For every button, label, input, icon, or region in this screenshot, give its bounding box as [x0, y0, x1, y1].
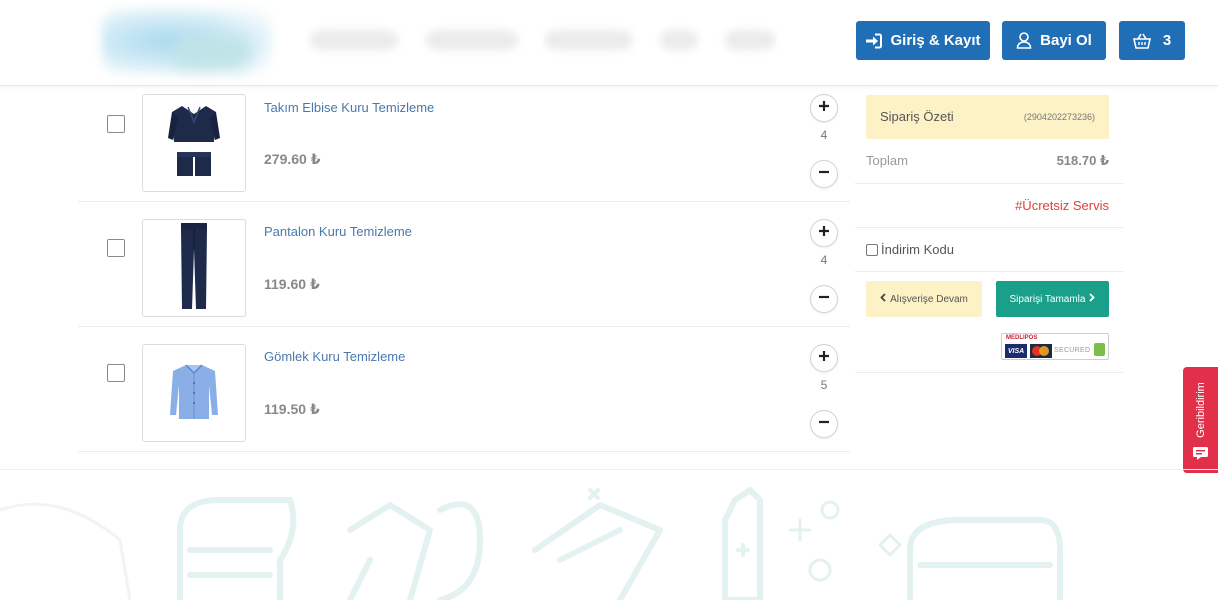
suit-icon [168, 104, 220, 183]
select-item-checkbox[interactable] [107, 115, 125, 133]
product-name[interactable]: Pantalon Kuru Temizleme [264, 224, 412, 239]
divider [855, 183, 1123, 184]
discount-code-toggle[interactable]: İndirim Kodu [866, 242, 954, 257]
plus-icon [818, 349, 830, 367]
minus-icon [818, 290, 830, 308]
become-dealer-label: Bayi Ol [1040, 32, 1092, 49]
cart-item-trousers: Pantalon Kuru Temizleme 119.60 ₺ 4 [78, 202, 850, 327]
continue-shopping-label: Alışverişe Devam [890, 293, 968, 305]
cart-item-suit: Takım Elbise Kuru Temizleme 279.60 ₺ 4 [78, 86, 850, 202]
laundry-pattern-background [0, 470, 1218, 600]
plus-icon [818, 224, 830, 242]
feedback-tab[interactable]: Geribildirim [1183, 367, 1218, 473]
quantity-value: 5 [820, 378, 828, 392]
secure-payment-badge: MEDLIPOS VISA SECURED [1001, 333, 1109, 360]
become-dealer-button[interactable]: Bayi Ol [1002, 21, 1106, 60]
order-summary-header: Sipariş Özeti (2904202273236) [866, 95, 1109, 139]
product-thumbnail[interactable] [142, 344, 246, 442]
divider [855, 227, 1123, 228]
nav-item-1[interactable] [310, 30, 398, 50]
decrease-quantity-button[interactable] [810, 285, 838, 313]
user-icon [1016, 32, 1032, 49]
complete-order-button[interactable]: Siparişi Tamamla [996, 281, 1109, 317]
increase-quantity-button[interactable] [810, 219, 838, 247]
product-thumbnail[interactable] [142, 219, 246, 317]
lock-icon [1094, 343, 1105, 356]
site-header: Giriş & Kayıt Bayi Ol 3 [0, 0, 1218, 86]
order-summary-title: Sipariş Özeti [880, 109, 954, 124]
visa-logo: VISA [1005, 344, 1027, 358]
cart-button[interactable]: 3 [1119, 21, 1185, 60]
mastercard-logo [1030, 344, 1052, 358]
discount-code-label: İndirim Kodu [881, 242, 954, 257]
cart-item-shirt: Gömlek Kuru Temizleme 119.50 ₺ 5 [78, 327, 850, 452]
cart-count: 3 [1162, 32, 1172, 49]
shirt-icon [169, 363, 219, 424]
site-logo[interactable] [102, 8, 272, 74]
free-service-label: #Ücretsiz Servis [1015, 198, 1109, 213]
basket-icon [1132, 33, 1151, 49]
product-name[interactable]: Takım Elbise Kuru Temizleme [264, 100, 434, 115]
increase-quantity-button[interactable] [810, 344, 838, 372]
nav-item-4[interactable] [660, 30, 698, 50]
nav-item-3[interactable] [545, 30, 633, 50]
increase-quantity-button[interactable] [810, 94, 838, 122]
total-value: 518.70 ₺ [1056, 153, 1109, 168]
decrease-quantity-button[interactable] [810, 160, 838, 188]
login-register-label: Giriş & Kayıt [890, 32, 981, 49]
plus-icon [818, 99, 830, 117]
divider [855, 271, 1123, 272]
sign-in-icon [865, 33, 883, 49]
order-code: (2904202273236) [1023, 112, 1095, 122]
quantity-value: 4 [820, 128, 828, 142]
secured-label: SECURED [1054, 347, 1091, 354]
payment-brand-label: MEDLIPOS [1006, 335, 1038, 341]
product-price: 119.60 ₺ [264, 276, 320, 292]
continue-shopping-button[interactable]: Alışverişe Devam [866, 281, 982, 317]
iron-board-icon [437, 501, 483, 600]
product-thumbnail[interactable] [142, 94, 246, 192]
complete-order-label: Siparişi Tamamla [1009, 293, 1086, 305]
quantity-value: 4 [820, 253, 828, 267]
minus-icon [818, 165, 830, 183]
discount-code-checkbox[interactable] [866, 243, 878, 256]
minus-icon [818, 415, 830, 433]
login-register-button[interactable]: Giriş & Kayıt [856, 21, 990, 60]
order-summary: Sipariş Özeti (2904202273236) Toplam 518… [855, 86, 1123, 373]
product-price: 119.50 ₺ [264, 401, 320, 417]
total-label: Toplam [866, 153, 908, 168]
nav-item-5[interactable] [725, 30, 775, 50]
nav-item-2[interactable] [426, 30, 518, 50]
decrease-quantity-button[interactable] [810, 410, 838, 438]
select-item-checkbox[interactable] [107, 364, 125, 382]
chevron-left-icon [880, 293, 886, 305]
select-item-checkbox[interactable] [107, 239, 125, 257]
trousers-icon [179, 222, 209, 314]
cart-icon [1192, 445, 1209, 465]
product-name[interactable]: Gömlek Kuru Temizleme [264, 349, 405, 364]
chevron-right-icon [1089, 293, 1096, 305]
shirt-outline-icon [347, 502, 433, 600]
folded-clothes-icon [907, 517, 1063, 600]
laundry-box-icon [532, 502, 663, 600]
feedback-label: Geribildirim [1194, 382, 1207, 438]
product-price: 279.60 ₺ [264, 151, 321, 167]
